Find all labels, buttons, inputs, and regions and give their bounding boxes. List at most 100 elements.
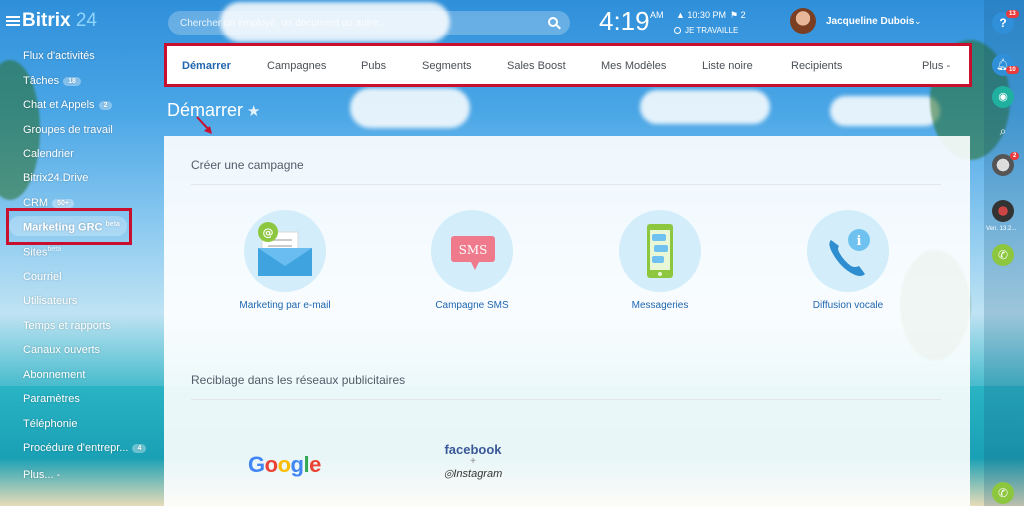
section-divider: [191, 184, 941, 185]
card-voice-broadcast[interactable]: i Diffusion vocale: [768, 210, 928, 320]
sidebar-item-label: Calendrier: [23, 148, 74, 160]
background-cloud: [350, 88, 470, 128]
counter-badge: 2: [98, 100, 113, 110]
phone-icon[interactable]: ✆: [992, 244, 1014, 266]
card-label: Messageries: [631, 300, 689, 311]
tab-mes-modeles[interactable]: Mes Modèles: [601, 60, 666, 72]
section-title-create: Créer une campagne: [191, 158, 304, 172]
section-title-retarget: Reciblage dans les réseaux publicitaires: [191, 373, 406, 387]
sidebar-item-label: Groupes de travail: [23, 124, 113, 136]
voice-call-icon: i: [807, 210, 889, 292]
sidebar-item-label: Flux d'activités: [23, 50, 95, 62]
card-email-marketing[interactable]: @ Marketing par e-mail: [205, 210, 365, 320]
alarm-label: 10:30 PM: [687, 10, 726, 20]
sidebar-item-groupes[interactable]: Groupes de travail: [23, 124, 113, 136]
sidebar-item-sites[interactable]: Sitesbeta: [23, 246, 61, 259]
tab-plus[interactable]: Plus -: [922, 60, 950, 72]
plus-sign: +: [470, 456, 476, 467]
avatar[interactable]: [790, 8, 816, 34]
tab-sales-boost[interactable]: Sales Boost: [507, 60, 566, 72]
instagram-text: Instagram: [453, 468, 503, 480]
sidebar-item-plus[interactable]: Plus... -: [23, 469, 60, 481]
status-dot-icon: [674, 27, 681, 35]
background-cloud: [830, 96, 940, 126]
flag-icon: ⚑: [730, 10, 741, 20]
user-name[interactable]: Jacqueline Dubois: [826, 16, 914, 27]
counter-badge: 4: [132, 443, 147, 453]
logo-number: 24: [75, 10, 97, 31]
sidebar-item-procedure[interactable]: Procédure d'entrepr... 4: [23, 442, 147, 454]
card-label: Marketing par e-mail: [239, 300, 331, 311]
sidebar-item-label: Tâches: [23, 75, 60, 87]
chat-icon[interactable]: ◉: [992, 86, 1014, 108]
alarm-time[interactable]: ▲ 10:30 PM: [676, 10, 726, 20]
sidebar-item-label: Bitrix24.Drive: [23, 172, 89, 184]
menu-burger-icon[interactable]: [6, 16, 20, 26]
sidebar-item-calendrier[interactable]: Calendrier: [23, 148, 74, 160]
logo-name: Bitrix: [22, 10, 71, 31]
sidebar-item-taches[interactable]: Tâches 18: [23, 75, 81, 87]
google-logo[interactable]: Google: [248, 452, 321, 478]
sidebar-item-courriel[interactable]: Courriel: [23, 271, 62, 283]
sidebar-item-flux[interactable]: Flux d'activités: [23, 50, 95, 62]
sidebar-item-canaux[interactable]: Canaux ouverts: [23, 344, 100, 356]
clock-time[interactable]: 4:19: [599, 6, 650, 37]
sidebar-item-label: Canaux ouverts: [23, 344, 101, 356]
star-icon[interactable]: ★: [247, 103, 260, 120]
tab-campagnes[interactable]: Campagnes: [267, 60, 326, 72]
tab-demarrer[interactable]: Démarrer: [182, 60, 231, 72]
app-logo[interactable]: Bitrix 24: [22, 10, 97, 32]
sidebar-item-label: Sites: [23, 246, 48, 259]
tab-segments[interactable]: Segments: [422, 60, 472, 72]
sidebar-item-parametres[interactable]: Paramètres: [23, 393, 80, 405]
sidebar-item-label: Téléphonie: [23, 418, 78, 430]
sms-bubble-icon: SMS: [431, 210, 513, 292]
sms-icon-text: SMS: [459, 243, 488, 257]
svg-text:@: @: [263, 226, 274, 239]
call-icon[interactable]: ✆: [992, 482, 1014, 504]
chevron-down-icon[interactable]: ⌄: [914, 16, 922, 27]
tasks-count: 2: [740, 10, 746, 20]
sidebar-item-drive[interactable]: Bitrix24.Drive: [23, 172, 88, 184]
top-bar: Bitrix 24 4:19 AM ▲ 10:30 PM ⚑ 2 JE TRAV…: [0, 0, 1024, 44]
search-icon[interactable]: [548, 17, 558, 27]
search-rail-icon[interactable]: ⌕: [992, 120, 1014, 142]
facebook-instagram-logo[interactable]: facebook + ◎Instagram: [440, 442, 506, 480]
rail-date: Ven. 13.2...: [986, 226, 1017, 232]
tab-liste-noire[interactable]: Liste noire: [702, 60, 753, 72]
sidebar-item-label: Chat et Appels: [23, 99, 95, 111]
card-sms-campaign[interactable]: SMS Campagne SMS: [392, 210, 552, 320]
instagram-label: ◎Instagram: [440, 467, 506, 480]
work-status[interactable]: JE TRAVAILLE: [674, 26, 738, 35]
sidebar-item-label: Paramètres: [23, 393, 80, 405]
card-messengers[interactable]: Messageries: [580, 210, 740, 320]
tab-recipients[interactable]: Recipients: [791, 60, 842, 72]
sidebar-item-label: Abonnement: [23, 369, 86, 381]
work-status-label: JE TRAVAILLE: [685, 26, 739, 35]
sidebar-item-temps[interactable]: Temps et rapports: [23, 320, 111, 332]
svg-text:i: i: [857, 234, 862, 249]
instagram-icon: ◎: [443, 468, 454, 480]
sidebar-item-label: Utilisateurs: [23, 295, 78, 307]
sidebar-item-label: Procédure d'entrepr...: [23, 442, 129, 454]
facebook-label: facebook: [444, 442, 502, 457]
section-divider: [191, 399, 941, 400]
messenger-phone-icon: [619, 210, 701, 292]
tasks-counter[interactable]: ⚑ 2: [730, 10, 746, 21]
search-box: [168, 11, 570, 35]
annotation-arrow-icon: [196, 116, 212, 134]
notif-badge: 10: [1006, 66, 1019, 74]
counter-badge: 50+: [52, 198, 74, 208]
sidebar-item-utilisateurs[interactable]: Utilisateurs: [23, 295, 77, 307]
sidebar-item-chat[interactable]: Chat et Appels 2: [23, 99, 113, 111]
card-label: Campagne SMS: [435, 300, 509, 311]
sidebar-item-telephonie[interactable]: Téléphonie: [23, 418, 77, 430]
sidebar-item-abonnement[interactable]: Abonnement: [23, 369, 85, 381]
search-input[interactable]: [168, 11, 538, 35]
alarm-icon: ▲: [676, 10, 688, 20]
contact-avatar[interactable]: [992, 200, 1014, 222]
tab-pubs[interactable]: Pubs: [361, 60, 386, 72]
content-panel: Créer une campagne @ Marketing par e-mai…: [164, 136, 970, 506]
email-envelope-icon: @: [244, 210, 326, 292]
marketing-tab-bar: Démarrer Campagnes Pubs Segments Sales B…: [164, 43, 972, 87]
